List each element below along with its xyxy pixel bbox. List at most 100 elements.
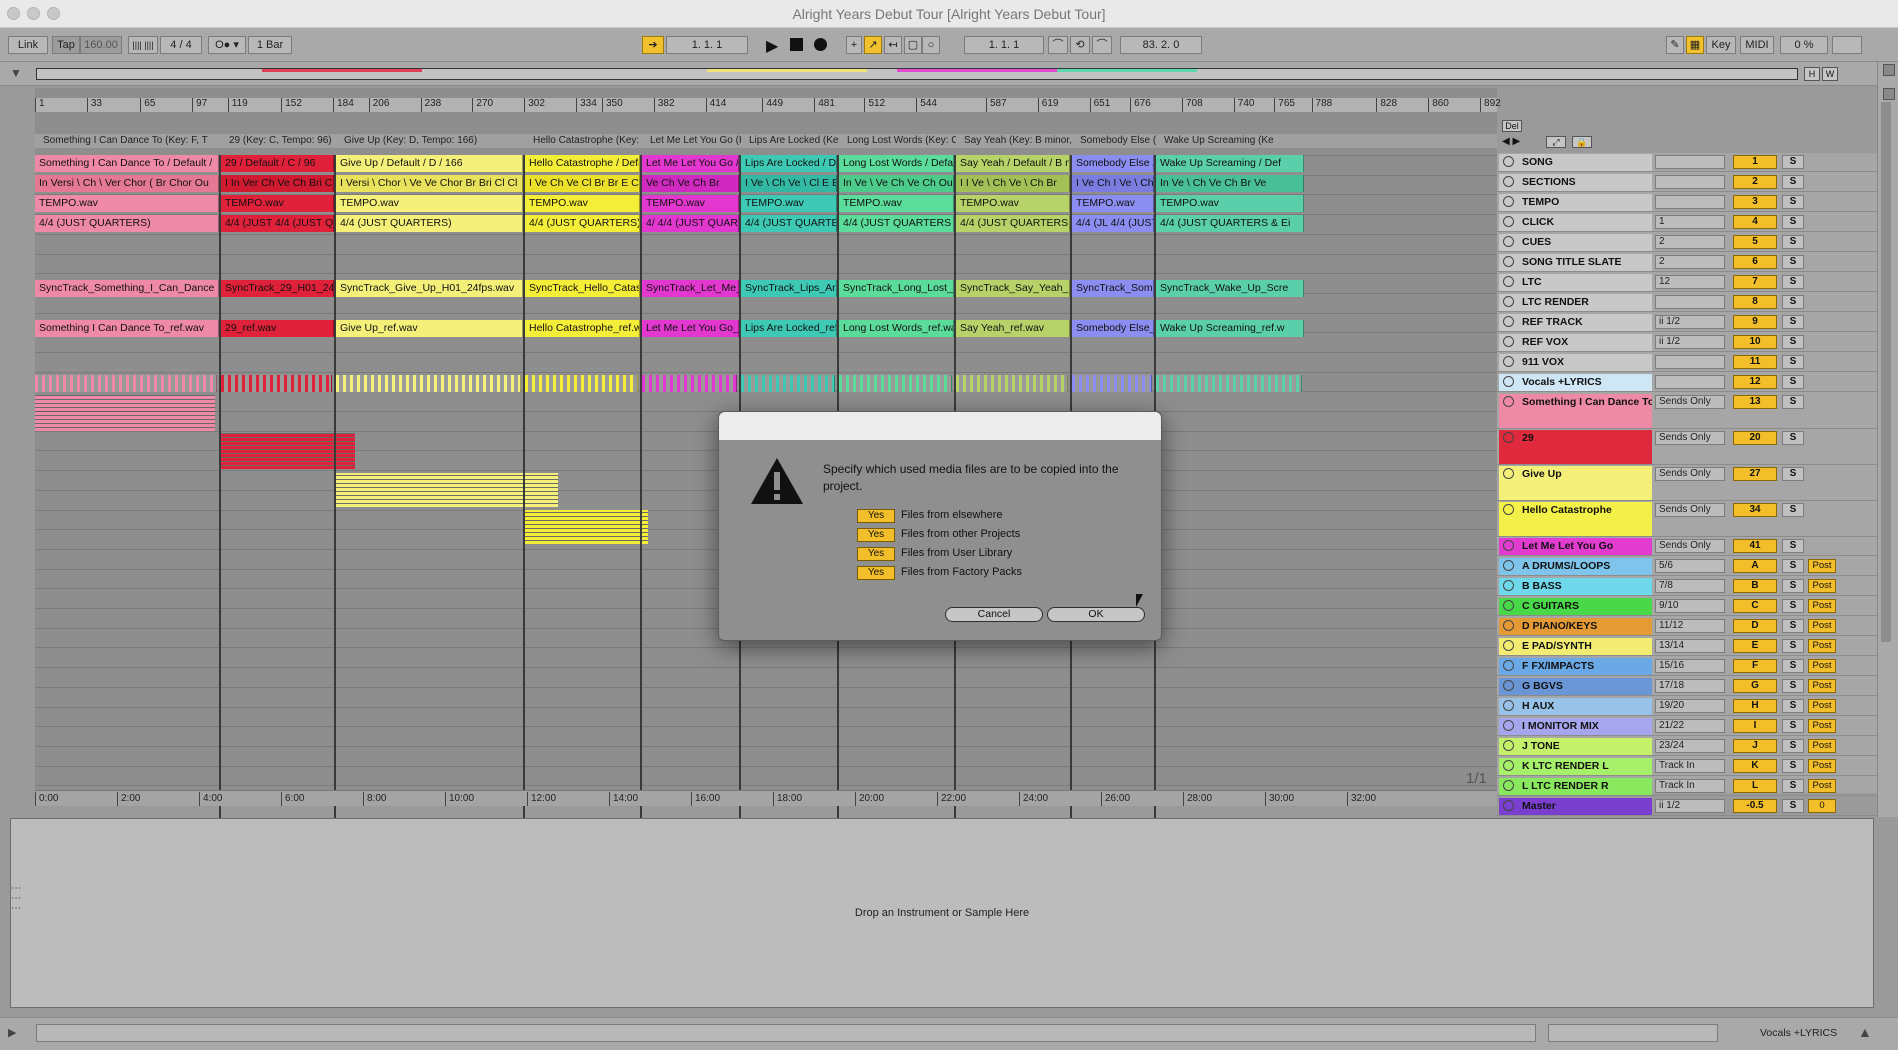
punch-in-icon[interactable]: ⌒ — [1048, 36, 1068, 54]
view-toggle-icon[interactable] — [1883, 64, 1895, 76]
track-header[interactable]: REF VOX ii 1/2 10 S — [1497, 333, 1877, 352]
track-fold-icon[interactable] — [1503, 296, 1514, 307]
link-button[interactable]: Link — [8, 36, 48, 54]
track-name[interactable]: Something I Can Dance To — [1499, 394, 1652, 428]
song-locator[interactable]: Give Up (Key: D, Tempo: 166) — [336, 134, 525, 148]
io-toggle-icon[interactable] — [1883, 88, 1895, 100]
track-input-select[interactable] — [1655, 195, 1725, 209]
track-fold-icon[interactable] — [1503, 356, 1514, 367]
vocal-clip[interactable] — [642, 375, 737, 392]
solo-button[interactable]: S — [1782, 699, 1804, 713]
solo-button[interactable]: S — [1782, 155, 1804, 169]
post-button[interactable]: Post — [1808, 779, 1836, 793]
solo-button[interactable]: S — [1782, 559, 1804, 573]
clip[interactable]: TEMPO.wav — [221, 195, 334, 212]
track-input-select[interactable]: ii 1/2 — [1655, 799, 1725, 813]
track-activator[interactable]: E — [1733, 639, 1777, 653]
track-activator[interactable]: J — [1733, 739, 1777, 753]
clip[interactable]: 4/4 (JL 4/4 (JUST Q — [1072, 215, 1154, 232]
track-activator[interactable]: 6 — [1733, 255, 1777, 269]
clip[interactable]: TEMPO.wav — [1156, 195, 1304, 212]
clip[interactable]: SyncTrack_Wake_Up_Scre — [1156, 280, 1304, 297]
track-header[interactable]: 29 Sends Only 20 S — [1497, 429, 1877, 465]
track-header[interactable]: Hello Catastrophe Sends Only 34 S — [1497, 501, 1877, 537]
track-fold-icon[interactable] — [1503, 720, 1514, 731]
track-header[interactable]: A DRUMS/LOOPS 5/6 A S Post — [1497, 557, 1877, 576]
clip[interactable]: SyncTrack_Lips_Are_L — [741, 280, 837, 297]
solo-button[interactable]: S — [1782, 255, 1804, 269]
track-name[interactable]: 911 VOX — [1499, 354, 1652, 371]
track-name[interactable]: SONG — [1499, 154, 1652, 171]
clip[interactable]: Somebody Else / De — [1072, 155, 1154, 172]
midi-map-button[interactable]: MIDI — [1740, 36, 1774, 54]
track-fold-icon[interactable] — [1503, 540, 1514, 551]
loop-start-field[interactable]: 1. 1. 1 — [964, 36, 1044, 54]
clip[interactable]: SyncTrack_Give_Up_H01_24fps.wav — [336, 280, 523, 297]
draw-mode-icon[interactable]: ✎ — [1666, 36, 1684, 54]
post-button[interactable]: Post — [1808, 619, 1836, 633]
solo-button[interactable]: S — [1782, 779, 1804, 793]
nudge-icon[interactable]: |||| |||| — [128, 36, 158, 54]
track-input-select[interactable]: Sends Only — [1655, 503, 1725, 517]
track-fold-icon[interactable] — [1503, 680, 1514, 691]
arrangement-overview[interactable]: ▼ H W — [0, 62, 1898, 86]
track-fold-icon[interactable] — [1503, 660, 1514, 671]
clip[interactable]: Let Me Let You Go / De — [642, 155, 739, 172]
track-activator[interactable]: 11 — [1733, 355, 1777, 369]
clip[interactable]: In Ve \ Ch Ve Ch Br Ve — [1156, 175, 1304, 192]
song-locator[interactable]: Lips Are Locked (Key — [741, 134, 839, 148]
clip[interactable]: 4/4 (JUST 4/4 (JUST QU — [221, 215, 334, 232]
track-activator[interactable]: 7 — [1733, 275, 1777, 289]
clip[interactable]: In Ve \ Ve Ch Ve Ch Ou — [839, 175, 954, 192]
track-fold-icon[interactable] — [1503, 396, 1514, 407]
computer-keyboard-icon[interactable]: ▦ — [1686, 36, 1704, 54]
detail-resize-handle[interactable]: ⋮⋮⋮ — [10, 883, 21, 913]
clip[interactable]: Say Yeah / Default / B minor — [956, 155, 1070, 172]
clip[interactable]: TEMPO.wav — [336, 195, 523, 212]
time-signature-field[interactable]: 4 / 4 — [160, 36, 202, 54]
clip[interactable]: I Ve Ch Ve Cl Br Br E Ch Cl — [525, 175, 640, 192]
post-button[interactable]: Post — [1808, 639, 1836, 653]
track-activator[interactable]: D — [1733, 619, 1777, 633]
track-header[interactable]: E PAD/SYNTH 13/14 E S Post — [1497, 637, 1877, 656]
clip[interactable]: SyncTrack_29_H01_24fps. — [221, 280, 334, 297]
track-activator[interactable]: 27 — [1733, 467, 1777, 481]
track-name[interactable]: CUES — [1499, 234, 1652, 251]
vocal-clip[interactable] — [525, 375, 638, 392]
clip[interactable]: I In Ver Ch Ve Ch Bri Ch C — [221, 175, 334, 192]
copy-option-toggle[interactable]: Yes — [857, 547, 895, 561]
loop-switch-icon[interactable]: ⟲ — [1070, 36, 1090, 54]
solo-button[interactable]: S — [1782, 539, 1804, 553]
track-header[interactable]: CLICK 1 4 S — [1497, 213, 1877, 232]
solo-button[interactable]: S — [1782, 739, 1804, 753]
clip[interactable]: Give Up / Default / D / 166 — [336, 155, 523, 172]
track-input-select[interactable]: 11/12 — [1655, 619, 1725, 633]
track-input-select[interactable] — [1655, 375, 1725, 389]
song-locator[interactable]: Hello Catastrophe (Key: G — [525, 134, 642, 148]
clip[interactable]: Lips Are Locked_ref.w — [741, 320, 837, 337]
track-input-select[interactable]: Sends Only — [1655, 539, 1725, 553]
track-name[interactable]: Master — [1499, 798, 1652, 815]
track-header[interactable]: I MONITOR MIX 21/22 I S Post — [1497, 717, 1877, 736]
track-activator[interactable]: -0.5 — [1733, 799, 1777, 813]
track-fold-icon[interactable] — [1503, 316, 1514, 327]
track-input-select[interactable]: 2 — [1655, 235, 1725, 249]
clip[interactable]: 29_ref.wav — [221, 320, 334, 337]
track-input-select[interactable]: 12 — [1655, 275, 1725, 289]
time-ruler[interactable]: 0:00 2:00 4:00 6:00 8:00 10:00 12:00 14:00 16:00… — [35, 790, 1497, 806]
solo-button[interactable]: S — [1782, 467, 1804, 481]
overview-h-button[interactable]: H — [1804, 67, 1820, 81]
track-fold-icon[interactable] — [1503, 216, 1514, 227]
lock-icon[interactable]: 🔒 — [1572, 136, 1592, 148]
track-fold-icon[interactable] — [1503, 236, 1514, 247]
track-activator[interactable]: 13 — [1733, 395, 1777, 409]
vocal-clip[interactable] — [1156, 375, 1302, 392]
solo-button[interactable]: S — [1782, 759, 1804, 773]
track-input-select[interactable] — [1655, 175, 1725, 189]
track-activator[interactable]: 9 — [1733, 315, 1777, 329]
track-header[interactable]: Master ii 1/2 -0.5 S 0 — [1497, 797, 1877, 816]
track-activator[interactable]: 1 — [1733, 155, 1777, 169]
solo-button[interactable]: S — [1782, 395, 1804, 409]
track-input-select[interactable]: 1 — [1655, 215, 1725, 229]
track-name[interactable]: SONG TITLE SLATE — [1499, 254, 1652, 271]
